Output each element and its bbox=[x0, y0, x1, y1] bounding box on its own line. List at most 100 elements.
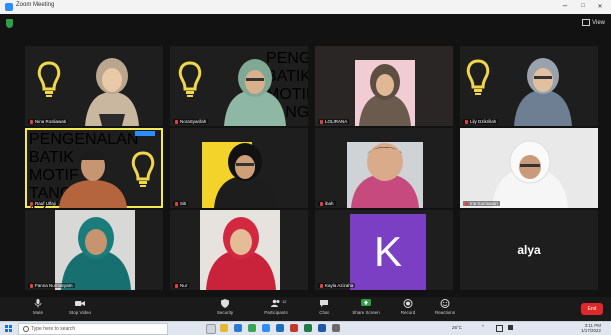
network-icon[interactable] bbox=[496, 325, 503, 332]
share-screen-icon bbox=[361, 299, 371, 306]
muted-mic-icon bbox=[30, 283, 33, 288]
lightbulb-icon bbox=[131, 151, 155, 187]
participant-video bbox=[351, 143, 419, 208]
view-label: View bbox=[592, 20, 605, 27]
participant-tile[interactable]: alya bbox=[460, 210, 598, 290]
search-icon bbox=[23, 326, 29, 332]
muted-mic-icon bbox=[175, 283, 178, 288]
excel-icon[interactable] bbox=[304, 324, 312, 332]
minimize-button[interactable]: – bbox=[557, 1, 573, 10]
muted-mic-icon bbox=[320, 201, 323, 206]
chrome-browser-icon[interactable] bbox=[248, 324, 256, 332]
clock-date: 1/17/2022 bbox=[580, 328, 601, 333]
shield-icon bbox=[221, 299, 229, 308]
participant-name: Lily Dzikrillah bbox=[463, 119, 499, 124]
record-button[interactable]: Record bbox=[388, 299, 428, 315]
participant-tile[interactable]: LOLIRANA bbox=[315, 46, 453, 126]
participant-name: Siti bbox=[173, 201, 189, 206]
participant-video bbox=[61, 217, 131, 290]
window-titlebar: Zoom Meeting – □ ✕ bbox=[0, 0, 611, 15]
task-view-icon[interactable] bbox=[206, 324, 216, 334]
participant-video bbox=[85, 58, 139, 126]
maximize-button[interactable]: □ bbox=[575, 3, 591, 9]
chat-bubble-icon bbox=[320, 300, 328, 307]
chat-button[interactable]: Chat bbox=[304, 299, 344, 315]
participant-video bbox=[224, 59, 286, 126]
windows-taskbar: Type here to search 26°C ^ 3:11 PM 1/17/… bbox=[0, 321, 611, 335]
stop-video-button[interactable]: Stop Video bbox=[60, 299, 100, 315]
participant-tile[interactable]: Nur bbox=[170, 210, 308, 290]
participant-name: Kayla Azizaha bbox=[318, 283, 356, 288]
search-placeholder: Type here to search bbox=[31, 326, 76, 332]
participants-button[interactable]: 12 Participants bbox=[256, 299, 296, 315]
muted-mic-icon bbox=[30, 201, 33, 206]
participant-video bbox=[492, 140, 568, 208]
lightbulb-icon bbox=[178, 61, 202, 97]
muted-mic-icon bbox=[465, 119, 468, 124]
view-button[interactable]: View bbox=[582, 19, 605, 26]
grid-icon bbox=[582, 19, 591, 26]
windows-start-icon[interactable] bbox=[5, 325, 12, 332]
reactions-button[interactable]: Reactions bbox=[425, 299, 465, 315]
lightbulb-icon bbox=[37, 61, 61, 97]
participant-tile[interactable]: Fanna Nurmaryam bbox=[25, 210, 163, 290]
share-screen-button[interactable]: Share Screen bbox=[346, 299, 386, 315]
window-title: Zoom Meeting bbox=[16, 2, 55, 8]
participant-tile-active-speaker[interactable]: PENGENALAN BATIK MOTIF TANGAN 17 JAN 202… bbox=[25, 128, 163, 208]
participant-video bbox=[514, 58, 572, 126]
chevron-up-icon[interactable]: ^ bbox=[482, 324, 484, 329]
participants-count: 12 bbox=[282, 299, 287, 304]
avatar-letter: K bbox=[373, 228, 402, 275]
taskbar-clock[interactable]: 3:11 PM 1/17/2022 bbox=[581, 323, 601, 333]
participant-tile[interactable]: ibah bbox=[315, 128, 453, 208]
participant-tile[interactable]: K Kayla Azizaha bbox=[315, 210, 453, 290]
taskbar-search-box[interactable]: Type here to search bbox=[18, 323, 168, 335]
participant-video bbox=[59, 150, 127, 208]
security-button[interactable]: Security bbox=[205, 299, 245, 315]
muted-mic-icon bbox=[320, 119, 323, 124]
powerpoint-icon[interactable] bbox=[290, 324, 298, 332]
participant-name: Rauf Ulfaji bbox=[28, 201, 58, 206]
lightbulb-icon bbox=[466, 59, 490, 95]
participant-tile[interactable]: Lily Dzikrillah bbox=[460, 46, 598, 126]
participants-icon bbox=[271, 299, 280, 307]
participant-name: ibah bbox=[318, 201, 336, 206]
zoom-app-icon bbox=[5, 3, 13, 11]
muted-mic-icon bbox=[320, 283, 323, 288]
muted-mic-icon bbox=[30, 119, 33, 124]
muted-mic-icon bbox=[175, 201, 178, 206]
participant-name: NoraSyarifah bbox=[173, 119, 209, 124]
pin-badge bbox=[135, 131, 155, 136]
video-gallery: View Nina Rosliawati PENGENALAN BATIK MO… bbox=[0, 14, 611, 297]
participant-display-name: alya bbox=[517, 243, 541, 257]
avatar: K bbox=[350, 214, 426, 290]
participant-tile[interactable]: PENGENALAN BATIK MOTIF TANGAN 17 JAN 202… bbox=[170, 46, 308, 126]
participant-tile[interactable]: Ina Kurniasari bbox=[460, 128, 598, 208]
smiley-icon bbox=[440, 299, 450, 308]
participant-tile[interactable]: Siti bbox=[170, 128, 308, 208]
file-explorer-icon[interactable] bbox=[220, 324, 228, 332]
microphone-icon bbox=[34, 299, 42, 308]
zoom-taskbar-icon[interactable] bbox=[262, 324, 270, 332]
word-icon[interactable] bbox=[276, 324, 284, 332]
end-meeting-button[interactable]: End bbox=[581, 303, 603, 315]
muted-mic-icon bbox=[175, 119, 178, 124]
participant-name: Nur bbox=[173, 283, 190, 288]
store-icon[interactable] bbox=[318, 324, 326, 332]
participant-video bbox=[206, 217, 276, 290]
participant-name: LOLIRANA bbox=[318, 119, 350, 124]
participant-tile[interactable]: Nina Rosliawati bbox=[25, 46, 163, 126]
close-button[interactable]: ✕ bbox=[592, 3, 608, 10]
security-shield-icon[interactable] bbox=[6, 19, 13, 28]
mute-button[interactable]: Mute bbox=[18, 299, 58, 315]
settings-icon[interactable] bbox=[332, 324, 340, 332]
system-tray: 26°C ^ bbox=[452, 323, 582, 334]
participant-video bbox=[359, 64, 411, 126]
participant-name: Nina Rosliawati bbox=[28, 119, 69, 124]
volume-icon[interactable] bbox=[508, 325, 513, 330]
edge-browser-icon[interactable] bbox=[234, 324, 242, 332]
weather-temp[interactable]: 26°C bbox=[452, 325, 462, 330]
record-icon bbox=[403, 299, 413, 308]
video-camera-icon bbox=[75, 301, 85, 306]
participant-name: Fanna Nurmaryam bbox=[28, 283, 75, 288]
